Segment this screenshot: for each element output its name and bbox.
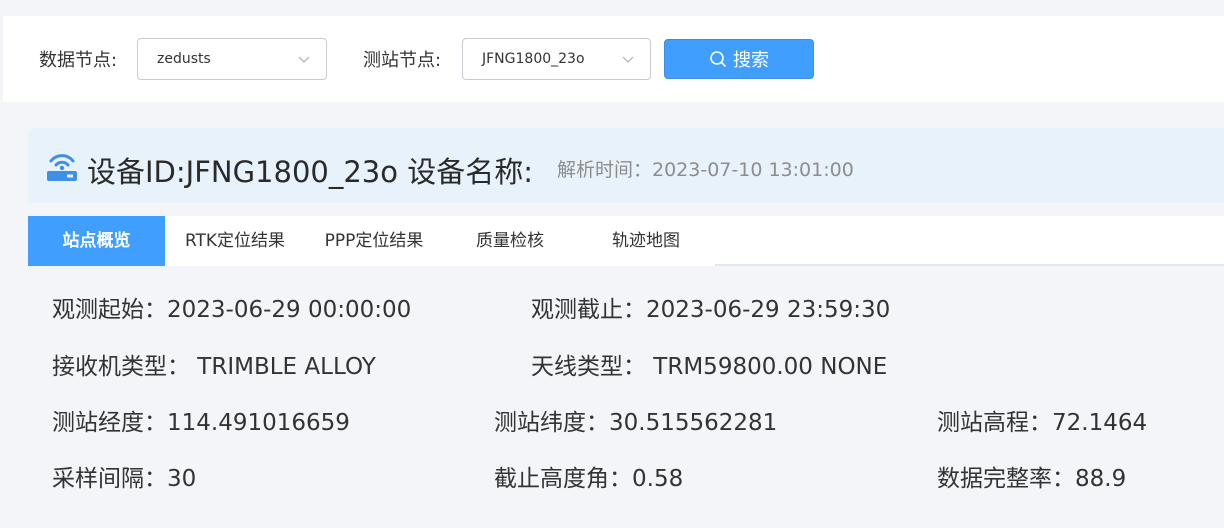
- station-node-value: JFNG1800_23o: [482, 51, 585, 67]
- obs-end: 观测截止：2023-06-29 23:59:30: [531, 297, 891, 323]
- sampling-interval: 采样间隔：30: [52, 466, 197, 492]
- device-title: 设备ID:JFNG1800_23o 设备名称:: [87, 155, 533, 189]
- station-elevation: 测站高程：72.1464: [937, 410, 1148, 436]
- cutoff-angle: 截止高度角：0.58: [494, 466, 684, 492]
- data-node-select[interactable]: zedusts: [137, 38, 327, 80]
- station-node-label: 测站节点:: [363, 50, 442, 71]
- search-icon: [710, 51, 726, 67]
- tab-ppp-result[interactable]: PPP定位结果: [312, 216, 436, 266]
- tab-bar: 站点概览 RTK定位结果 PPP定位结果 质量检核 轨迹地图: [28, 216, 1224, 266]
- search-button[interactable]: 搜索: [664, 39, 814, 79]
- filter-bar: 数据节点: zedusts 测站节点: JFNG1800_23o 搜索: [3, 16, 1224, 102]
- tab-site-overview[interactable]: 站点概览: [28, 216, 165, 266]
- chevron-down-icon: [298, 56, 310, 63]
- data-completeness: 数据完整率：88.9: [937, 466, 1127, 492]
- tab-quality-check[interactable]: 质量检核: [448, 216, 572, 266]
- station-node-select[interactable]: JFNG1800_23o: [462, 38, 651, 80]
- data-node-label: 数据节点:: [39, 50, 118, 71]
- station-latitude: 测站纬度：30.515562281: [494, 410, 778, 436]
- tab-rtk-result[interactable]: RTK定位结果: [173, 216, 297, 266]
- tab-track-map[interactable]: 轨迹地图: [584, 216, 708, 266]
- station-info-panel: 观测起始：2023-06-29 00:00:00 观测截止：2023-06-29…: [28, 280, 1224, 512]
- parse-time: 解析时间：2023-07-10 13:01:00: [557, 159, 854, 181]
- chevron-down-icon: [622, 56, 634, 63]
- station-longitude: 测站经度：114.491016659: [52, 410, 350, 436]
- tab-baseline: [715, 264, 1224, 266]
- receiver-type: 接收机类型： TRIMBLE ALLOY: [52, 354, 376, 380]
- obs-start: 观测起始：2023-06-29 00:00:00: [52, 297, 412, 323]
- search-button-label: 搜索: [733, 50, 769, 71]
- data-node-value: zedusts: [157, 51, 211, 67]
- antenna-type: 天线类型： TRM59800.00 NONE: [531, 354, 888, 380]
- device-header: 设备ID:JFNG1800_23o 设备名称: 解析时间：2023-07-10 …: [28, 128, 1224, 203]
- router-icon: [47, 154, 77, 181]
